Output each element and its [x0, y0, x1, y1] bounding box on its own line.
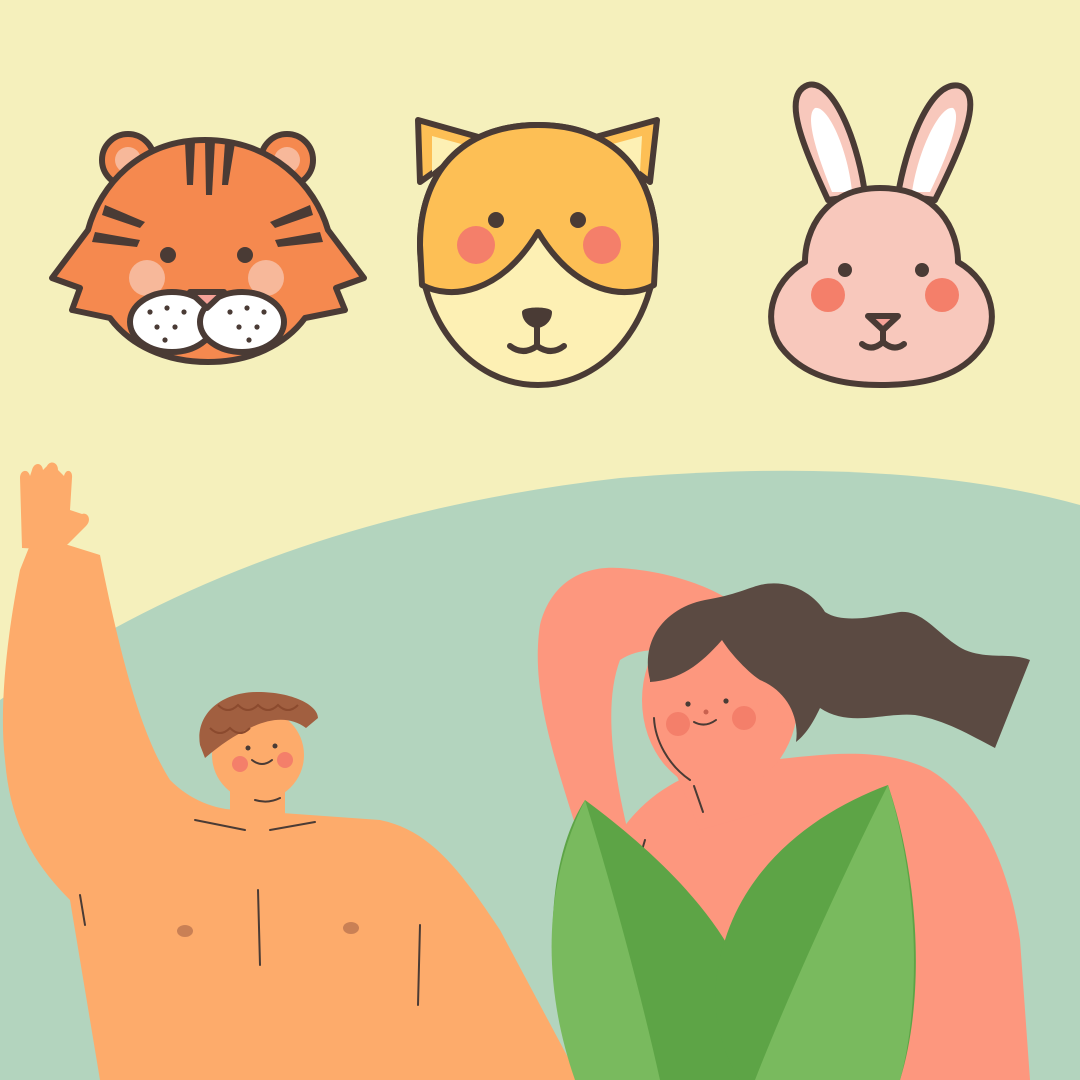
dog-face-icon — [415, 117, 660, 388]
illustration-canvas — [0, 0, 1080, 1080]
